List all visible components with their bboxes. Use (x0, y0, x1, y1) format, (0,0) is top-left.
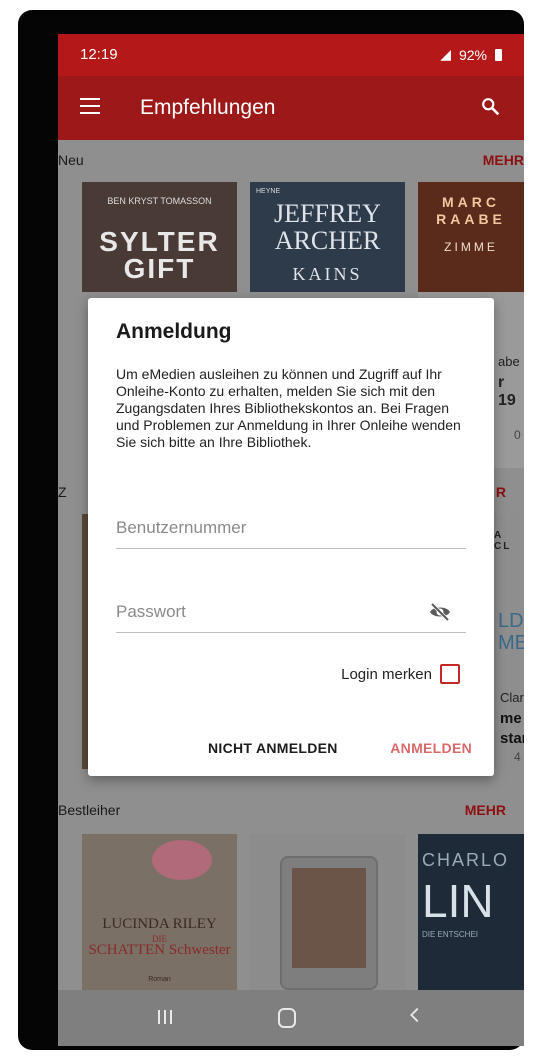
remember-login[interactable]: Login merken (341, 664, 460, 684)
cancel-button[interactable]: NICHT ANMELDEN (208, 740, 338, 756)
book-cover-lin[interactable]: CHARLO LIN DIE ENTSCHEI (418, 834, 524, 994)
cover-sub: Roman (148, 976, 171, 983)
cover-author: CHARLO (422, 850, 510, 870)
dialog-title: Anmeldung (116, 320, 232, 343)
peek-text: A CL (494, 530, 512, 552)
eye-off-icon[interactable] (428, 600, 452, 624)
cover-title: SCHATTEN Schwester (88, 942, 231, 958)
book-cover-venice[interactable] (250, 834, 405, 994)
peek-text: 0 (514, 428, 521, 442)
section-title-z: Z (58, 484, 67, 500)
username-field[interactable] (116, 510, 466, 549)
password-field[interactable] (116, 594, 466, 633)
status-bar: 12:19 ◢ 92% (58, 34, 524, 76)
nav-back-icon[interactable] (404, 1004, 426, 1026)
status-time: 12:19 (80, 46, 118, 63)
flower-decoration (152, 840, 212, 880)
section-title-bestleiher: Bestleiher (58, 802, 121, 818)
app-bar: Empfehlungen (58, 76, 524, 140)
peek-text: star (500, 730, 524, 747)
battery-icon (495, 48, 502, 61)
phone-frame: 12:19 ◢ 92% Empfehlungen Neu MEHR BEN KR… (18, 10, 524, 1050)
cover-author: MARC RAABE (436, 194, 506, 227)
page-title: Empfehlungen (140, 96, 276, 119)
ereader-frame (280, 856, 378, 990)
dialog-message: Um eMedien ausleihen zu können und Zugri… (116, 366, 461, 450)
peek-text: 4 (514, 750, 521, 764)
peek-text: Clar (500, 690, 524, 705)
section-title-neu: Neu (58, 152, 84, 168)
battery-level: 92% (458, 46, 487, 63)
book-cover-zimmer[interactable]: MARC RAABE ZIMME (418, 182, 524, 292)
more-link-bestleiher[interactable]: MEHR (465, 802, 506, 818)
peek-text: ME (498, 632, 524, 654)
nav-recent-icon[interactable] (158, 1010, 172, 1024)
status-icons: ◢ 92% (440, 46, 502, 63)
cover-author: LUCINDA RILEY (102, 916, 217, 932)
login-dialog: Anmeldung Um eMedien ausleihen zu können… (88, 298, 494, 776)
peek-text: abe (498, 354, 520, 369)
username-input[interactable] (116, 518, 416, 538)
signal-icon: ◢ (440, 46, 451, 62)
peek-text: r 19 (498, 374, 516, 409)
cover-title: KAINS (292, 264, 363, 284)
cover-title: SYLTER GIFT (99, 226, 220, 284)
menu-icon[interactable] (80, 98, 100, 114)
cover-publisher: HEYNE (256, 188, 281, 195)
cover-sub: DIE ENTSCHEI (422, 930, 479, 939)
system-nav-bar (58, 990, 524, 1046)
peek-text: me (500, 710, 522, 727)
nav-home-icon[interactable] (278, 1008, 296, 1028)
remember-label: Login merken (341, 665, 432, 683)
more-link-z[interactable]: R (496, 484, 506, 500)
more-link-neu[interactable]: MEHR (483, 152, 524, 168)
checkbox-icon[interactable] (440, 664, 460, 684)
peek-text: LD (498, 610, 524, 632)
book-cover-sylter-gift[interactable]: BEN KRYST TOMASSON SYLTER GIFT (82, 182, 237, 292)
cover-title: LIN (422, 875, 494, 927)
password-input[interactable] (116, 602, 416, 622)
search-icon[interactable] (480, 96, 502, 118)
book-cover-schatten-schwester[interactable]: LUCINDA RILEY DIE SCHATTEN Schwester Rom… (82, 834, 237, 994)
screen: 12:19 ◢ 92% Empfehlungen Neu MEHR BEN KR… (58, 34, 524, 1046)
login-button[interactable]: ANMELDEN (390, 740, 472, 756)
book-cover-kains[interactable]: HEYNE JEFFREY ARCHER KAINS (250, 182, 405, 292)
cover-image (292, 868, 366, 968)
cover-author: JEFFREY ARCHER (274, 199, 381, 255)
cover-title: ZIMME (444, 240, 498, 254)
cover-author: BEN KRYST TOMASSON (107, 196, 212, 206)
